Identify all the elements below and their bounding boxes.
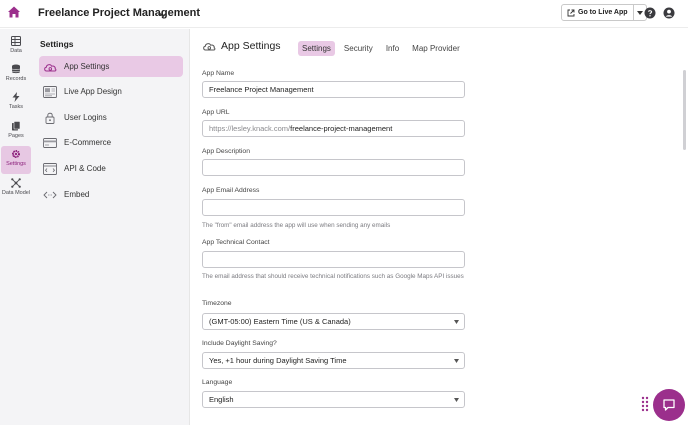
cloud-gear-icon — [203, 43, 216, 51]
embed-icon — [43, 189, 57, 201]
database-icon — [11, 64, 21, 74]
language-label: Language — [202, 379, 233, 386]
app-name-value: Freelance Project Management — [209, 85, 314, 94]
app-url-label: App URL — [202, 109, 230, 116]
nav-settings-label: Settings — [6, 161, 26, 167]
gear-icon — [11, 149, 21, 159]
panel-item-label: Live App Design — [64, 87, 122, 96]
top-bar: Freelance Project Management Go to Live … — [0, 0, 688, 28]
design-icon — [43, 85, 57, 98]
tech-contact-label: App Technical Contact — [202, 239, 270, 246]
page-title: App Settings — [221, 40, 281, 52]
panel-item-embed[interactable]: Embed — [39, 184, 183, 205]
panel-item-user-logins[interactable]: User Logins — [39, 107, 183, 128]
app-email-label: App Email Address — [202, 187, 260, 194]
tab-map-provider[interactable]: Map Provider — [408, 41, 464, 56]
app-name-label: App Name — [202, 70, 235, 77]
panel-item-e-commerce[interactable]: E-Commerce — [39, 132, 183, 153]
chat-button[interactable] — [653, 389, 685, 421]
tech-contact-input[interactable] — [202, 251, 465, 268]
panel-item-api-code[interactable]: API & Code — [39, 158, 183, 179]
settings-tabs: Settings Security Info Map Provider — [298, 41, 467, 56]
scrollbar[interactable] — [683, 70, 686, 150]
timezone-value: (GMT-05:00) Eastern Time (US & Canada) — [209, 317, 351, 326]
panel-item-live-app-design[interactable]: Live App Design — [39, 81, 183, 102]
go-to-live-app-label: Go to Live App — [578, 9, 628, 16]
bolt-icon — [12, 92, 20, 102]
timezone-select[interactable]: (GMT-05:00) Eastern Time (US & Canada) — [202, 313, 465, 330]
caret-down-icon — [454, 398, 459, 402]
language-select[interactable]: English — [202, 391, 465, 408]
caret-down-icon — [454, 359, 459, 363]
panel-item-label: App Settings — [64, 62, 110, 71]
app-email-help: The "from" email address the app will us… — [202, 222, 391, 229]
app-title[interactable]: Freelance Project Management — [38, 7, 200, 19]
panel-item-label: API & Code — [64, 164, 106, 173]
app-email-input[interactable] — [202, 199, 465, 216]
pages-icon — [12, 121, 21, 131]
daylight-value: Yes, +1 hour during Daylight Saving Time — [209, 356, 347, 365]
help-icon[interactable] — [644, 6, 656, 19]
nav-tasks-label: Tasks — [8, 104, 24, 110]
lock-icon — [43, 112, 57, 124]
nav-tasks[interactable]: Tasks — [1, 89, 31, 117]
panel-item-label: User Logins — [64, 113, 107, 122]
app-name-input[interactable]: Freelance Project Management — [202, 81, 465, 98]
app-description-input[interactable] — [202, 159, 465, 176]
app-url-input[interactable]: https://lesley.knack.com/freelance-proje… — [202, 120, 465, 137]
live-app-button-group: Go to Live App — [561, 4, 647, 21]
nav-data-label: Data — [10, 48, 22, 54]
tab-info[interactable]: Info — [382, 41, 403, 56]
api-icon — [43, 162, 57, 175]
app-url-value: freelance-project-management — [290, 124, 393, 133]
caret-down-icon — [454, 320, 459, 324]
language-value: English — [209, 395, 234, 404]
home-icon[interactable] — [7, 5, 21, 19]
caret-down-icon — [636, 10, 643, 15]
table-icon — [11, 36, 21, 46]
page-header: App Settings — [202, 40, 281, 52]
chat-icon — [663, 399, 675, 411]
external-link-icon — [567, 9, 575, 16]
panel-title: Settings — [40, 39, 74, 49]
daylight-select[interactable]: Yes, +1 hour during Daylight Saving Time — [202, 352, 465, 369]
main-content: App Settings Settings Security Info Map … — [191, 29, 688, 425]
credit-card-icon — [43, 137, 57, 149]
main-nav-rail: Data Records Tasks Pages Settings Data M… — [0, 29, 32, 425]
nav-pages-label: Pages — [8, 133, 24, 139]
tab-security[interactable]: Security — [340, 41, 377, 56]
app-url-prefix: https://lesley.knack.com/ — [209, 124, 291, 133]
nav-data-model[interactable]: Data Model — [1, 175, 31, 203]
nav-data-model-label: Data Model — [1, 190, 31, 196]
nav-pages[interactable]: Pages — [1, 118, 31, 146]
nav-records-label: Records — [5, 76, 27, 82]
app-description-label: App Description — [202, 148, 250, 155]
grip-dots-icon[interactable] — [641, 396, 649, 412]
user-account-icon[interactable] — [663, 6, 675, 19]
go-to-live-app-button[interactable]: Go to Live App — [562, 5, 634, 20]
tab-settings[interactable]: Settings — [298, 41, 335, 56]
nav-settings[interactable]: Settings — [1, 146, 31, 174]
tech-contact-help: The email address that should receive te… — [202, 273, 464, 280]
nav-data[interactable]: Data — [1, 33, 31, 61]
nav-records[interactable]: Records — [1, 61, 31, 89]
panel-item-app-settings[interactable]: App Settings — [39, 56, 183, 77]
timezone-label: Timezone — [202, 300, 232, 307]
data-model-icon — [11, 178, 21, 188]
chevron-down-icon[interactable] — [158, 7, 168, 18]
panel-item-label: Embed — [64, 190, 90, 199]
settings-panel: Settings App Settings Live App Design Us… — [32, 29, 190, 425]
cloud-gear-icon — [43, 61, 57, 73]
daylight-label: Include Daylight Saving? — [202, 340, 277, 347]
panel-item-label: E-Commerce — [64, 138, 112, 147]
